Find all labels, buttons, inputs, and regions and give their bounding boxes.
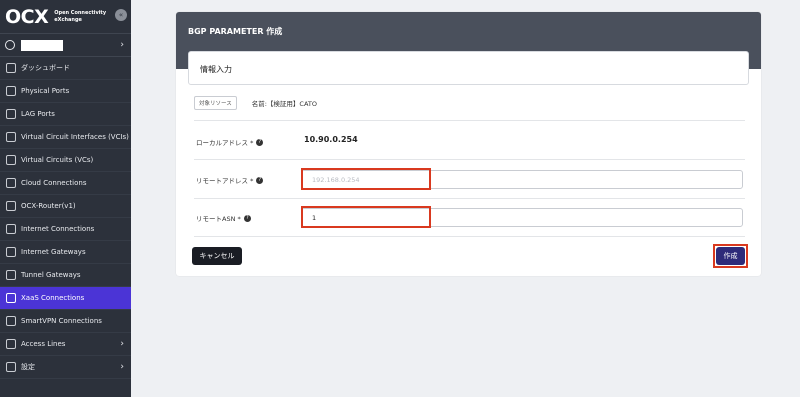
sidebar-item-label: Physical Ports <box>21 87 70 95</box>
chevron-right-icon: › <box>120 40 124 50</box>
lag-icon <box>6 109 16 119</box>
sidebar-item-label: Cloud Connections <box>21 179 87 187</box>
sidebar-item-access-lines[interactable]: Access Lines › <box>0 333 131 356</box>
logo-text: Open Connectivity eXchange <box>54 10 106 24</box>
sidebar-item-physical-ports[interactable]: Physical Ports <box>0 80 131 103</box>
sidebar-item-ocx-router[interactable]: OCX-Router(v1) <box>0 195 131 218</box>
remote-address-label-text: リモートアドレス * <box>196 177 254 185</box>
sidebar-item-xaas-connections[interactable]: XaaS Connections <box>0 287 131 310</box>
remote-asn-label-text: リモートASN * <box>196 215 241 223</box>
remote-asn-highlight <box>301 206 431 228</box>
chevron-right-icon: › <box>120 339 124 349</box>
divider <box>194 159 745 160</box>
sidebar-item-label: LAG Ports <box>21 110 55 118</box>
user-icon <box>5 40 15 50</box>
xaas-icon <box>6 293 16 303</box>
local-address-label-text: ローカルアドレス * <box>196 139 254 147</box>
sidebar-item-label: Internet Gateways <box>21 248 86 256</box>
sidebar-item-lag-ports[interactable]: LAG Ports <box>0 103 131 126</box>
user-name-redacted <box>21 39 63 51</box>
globe-icon <box>6 224 16 234</box>
create-button[interactable]: 作成 <box>716 247 745 265</box>
sidebar-item-label: Virtual Circuit Interfaces (VCIs) <box>21 133 129 141</box>
cloud-icon <box>6 178 16 188</box>
sidebar-item-label: Virtual Circuits (VCs) <box>21 156 94 164</box>
sidebar-item-label: Internet Connections <box>21 225 95 233</box>
chevron-right-icon: › <box>120 362 124 372</box>
remote-address-label: リモートアドレス *? <box>196 175 264 185</box>
dashboard-icon <box>6 63 16 73</box>
target-resource-tag: 対象リソース <box>194 96 237 110</box>
router-icon <box>6 201 16 211</box>
gear-icon <box>6 362 16 372</box>
collapse-sidebar-button[interactable]: « <box>115 9 127 21</box>
bgp-parameter-card: BGP PARAMETER 作成 情報入力 対象リソース 名前:【検証用】CAT… <box>176 12 761 276</box>
sidebar-item-cloud-connections[interactable]: Cloud Connections <box>0 172 131 195</box>
sidebar-item-label: XaaS Connections <box>21 294 85 302</box>
sidebar-item-settings[interactable]: 設定 › <box>0 356 131 379</box>
sidebar-item-vcs[interactable]: Virtual Circuits (VCs) <box>0 149 131 172</box>
port-icon <box>6 86 16 96</box>
sidebar-item-internet-gateways[interactable]: Internet Gateways <box>0 241 131 264</box>
vc-icon <box>6 155 16 165</box>
remote-asn-label: リモートASN *? <box>196 213 251 223</box>
logo[interactable]: OCX Open Connectivity eXchange « <box>0 0 131 33</box>
logo-text-line2: eXchange <box>54 16 82 23</box>
sidebar-item-label: Tunnel Gateways <box>21 271 81 279</box>
local-address-label: ローカルアドレス *? <box>196 137 264 147</box>
sidebar-item-dashboard[interactable]: ダッシュボード <box>0 57 131 80</box>
sidebar-item-label: ダッシュボード <box>21 64 70 72</box>
help-icon[interactable]: ? <box>256 176 264 184</box>
shield-icon <box>6 316 16 326</box>
cancel-button[interactable]: キャンセル <box>192 247 242 265</box>
sidebar-item-vcis[interactable]: Virtual Circuit Interfaces (VCIs) <box>0 126 131 149</box>
resource-name: 名前:【検証用】CATO <box>251 100 317 108</box>
vci-icon <box>6 132 16 142</box>
sidebar: OCX Open Connectivity eXchange « › ダッシュボ… <box>0 0 131 397</box>
local-address-value: 10.90.0.254 <box>304 135 358 144</box>
access-line-icon <box>6 339 16 349</box>
help-icon[interactable]: ? <box>243 214 251 222</box>
sidebar-item-label: OCX-Router(v1) <box>21 202 76 210</box>
gateway-icon <box>6 247 16 257</box>
tunnel-icon <box>6 270 16 280</box>
logo-mark: OCX <box>5 5 49 28</box>
user-menu[interactable]: › <box>0 33 131 57</box>
divider <box>194 198 745 199</box>
remote-address-highlight <box>301 168 431 190</box>
sidebar-item-tunnel-gateways[interactable]: Tunnel Gateways <box>0 264 131 287</box>
divider <box>194 236 745 237</box>
sidebar-item-internet-connections[interactable]: Internet Connections <box>0 218 131 241</box>
sidebar-item-label: SmartVPN Connections <box>21 317 102 325</box>
sidebar-item-label: Access Lines <box>21 340 66 348</box>
sidebar-item-label: 設定 <box>21 363 35 371</box>
target-resource-row: 対象リソース 名前:【検証用】CATO <box>194 96 317 110</box>
help-icon[interactable]: ? <box>256 138 264 146</box>
divider <box>194 120 745 121</box>
section-title: 情報入力 <box>188 51 749 85</box>
sidebar-item-smartvpn-connections[interactable]: SmartVPN Connections <box>0 310 131 333</box>
logo-text-line1: Open Connectivity <box>54 9 107 16</box>
